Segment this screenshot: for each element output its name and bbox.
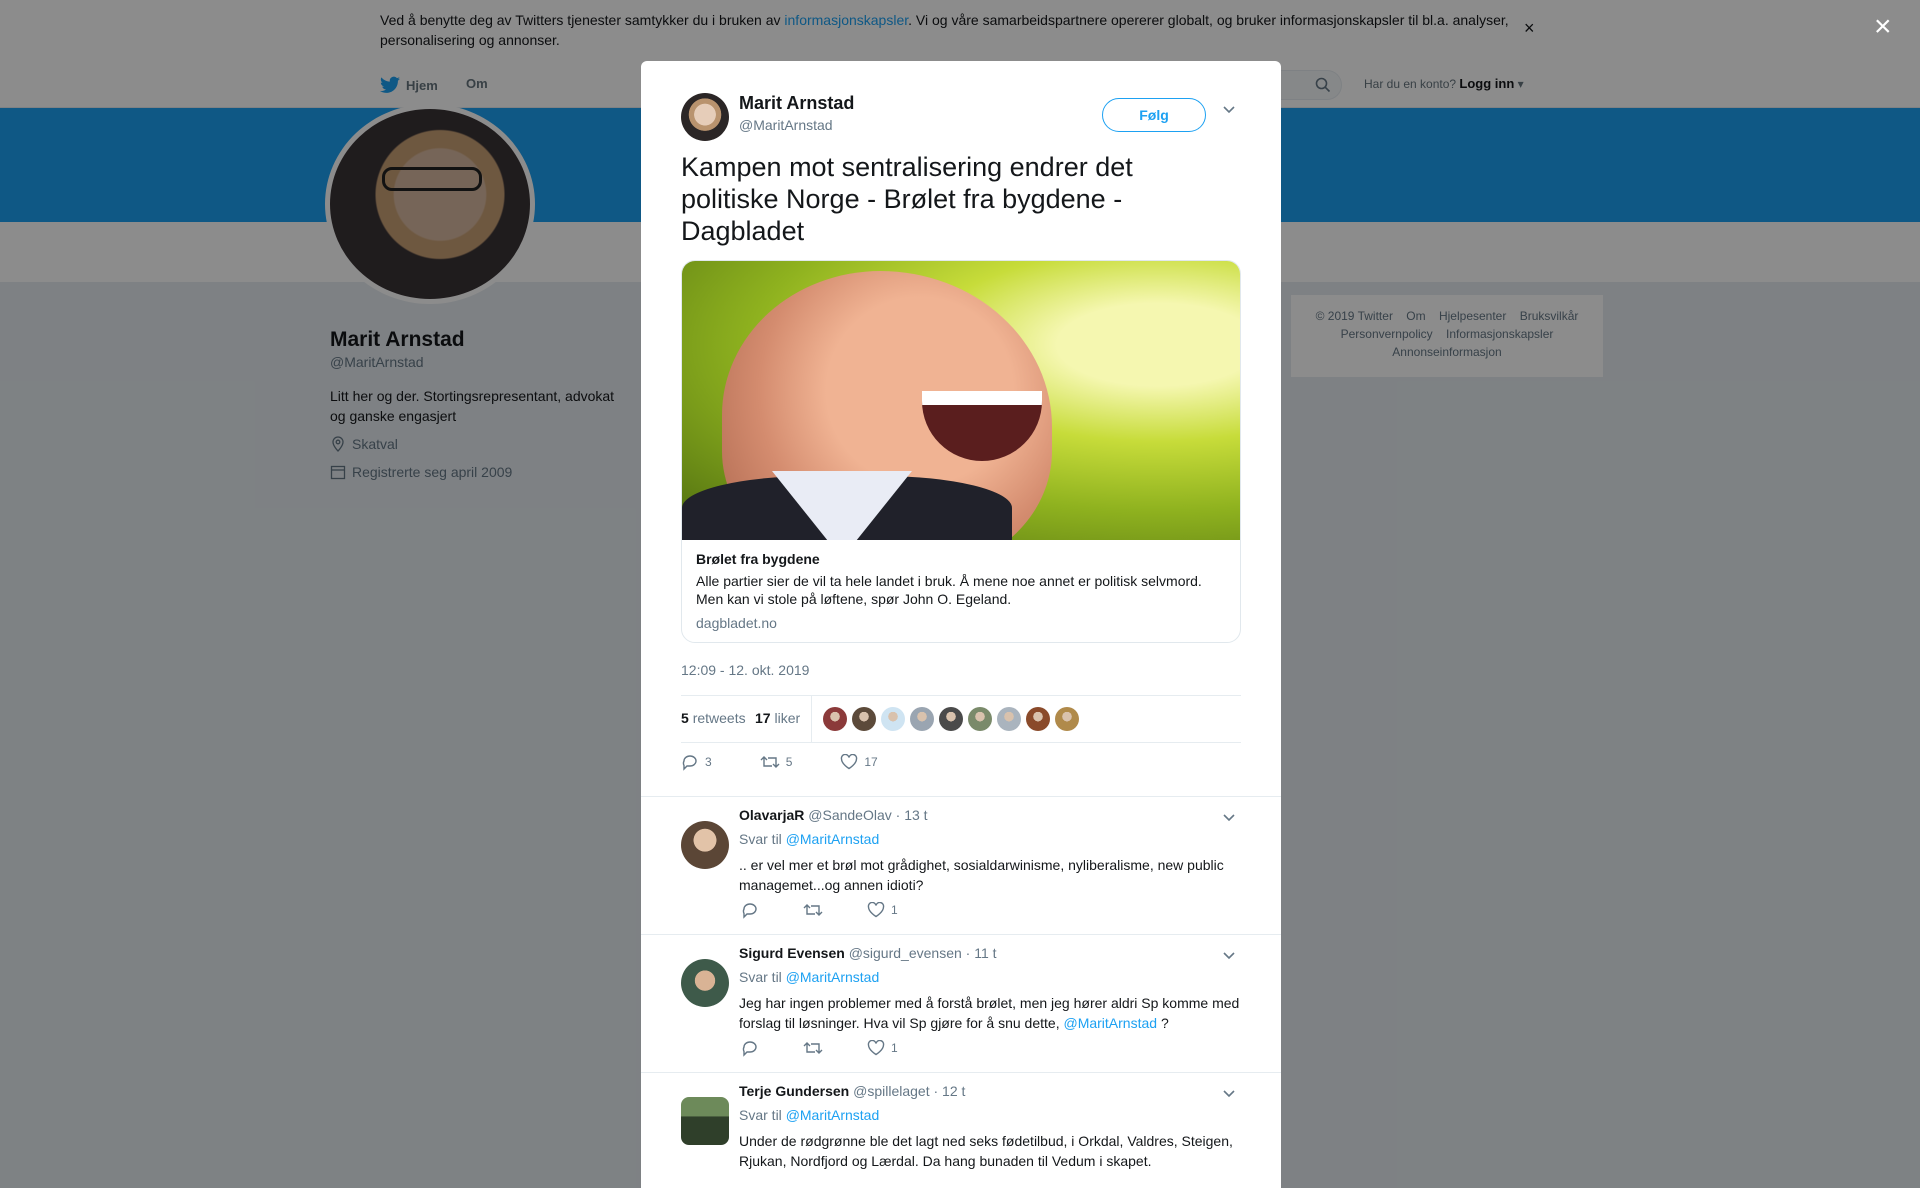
divider [811, 696, 812, 742]
liker-avatar[interactable] [968, 707, 992, 731]
reply-author-handle[interactable]: @SandeOlav [808, 807, 891, 823]
reply-to-link[interactable]: @MaritArnstad [786, 969, 880, 985]
tweet-actions: 3 5 17 [681, 753, 926, 771]
reply-text: Jeg har ingen problemer med å forstå brø… [739, 995, 1240, 1031]
like-button[interactable]: 17 [840, 754, 878, 770]
reply-time[interactable]: · 11 t [966, 945, 997, 961]
heart-icon [841, 754, 858, 770]
tweet-author-handle[interactable]: @MaritArnstad [739, 117, 833, 133]
retweet-button[interactable] [803, 1040, 823, 1056]
heart-icon [867, 1040, 885, 1056]
liker-avatar[interactable] [881, 707, 905, 731]
reply-icon [742, 903, 757, 919]
reply-avatar[interactable] [681, 959, 729, 1007]
liker-avatar[interactable] [1026, 707, 1050, 731]
retweet-button[interactable]: 5 [760, 754, 792, 770]
retweet-button[interactable] [803, 902, 823, 918]
tweet-text: Kampen mot sentralisering endrer det pol… [681, 152, 1133, 246]
reply-text: Under de rødgrønne ble det lagt ned seks… [739, 1133, 1233, 1169]
chevron-down-icon[interactable] [1222, 813, 1236, 823]
card-domain: dagbladet.no [696, 615, 777, 631]
chevron-down-icon[interactable] [1222, 951, 1236, 961]
reply-author-name[interactable]: OlavarjaR [739, 807, 804, 823]
liker-avatar[interactable] [823, 707, 847, 731]
reply-button[interactable] [741, 901, 759, 919]
reply-tweet[interactable]: Sigurd Evensen @sigurd_evensen · 11 t Sv… [641, 934, 1281, 1072]
reply-icon [742, 1041, 757, 1057]
reply-button[interactable] [741, 1039, 759, 1057]
reply-header: Sigurd Evensen @sigurd_evensen · 11 t [739, 945, 997, 961]
reply-header: Terje Gundersen @spillelaget · 12 t [739, 1083, 965, 1099]
reply-time[interactable]: · 12 t [933, 1083, 965, 1099]
like-button[interactable]: 1 [867, 1040, 898, 1056]
reply-actions: 1 [741, 1039, 942, 1057]
reply-to-link[interactable]: @MaritArnstad [786, 1107, 880, 1123]
reply-actions: 1 [741, 901, 942, 919]
liker-avatar[interactable] [997, 707, 1021, 731]
liker-avatar[interactable] [939, 707, 963, 731]
reply-avatar[interactable] [681, 821, 729, 869]
link-card[interactable]: Brølet fra bygdene Alle partier sier de … [681, 260, 1241, 643]
tweet-author-name[interactable]: Marit Arnstad [739, 93, 854, 114]
reply-author-name[interactable]: Terje Gundersen [739, 1083, 849, 1099]
reply-to: Svar til @MaritArnstad [739, 1107, 880, 1123]
liker-avatar[interactable] [910, 707, 934, 731]
chevron-down-icon[interactable] [1222, 1089, 1236, 1099]
likes-stat[interactable]: 17 liker [755, 710, 800, 726]
retweet-icon [803, 1042, 823, 1054]
follow-button[interactable]: Følg [1102, 98, 1206, 132]
reply-icon [682, 755, 697, 771]
reply-to: Svar til @MaritArnstad [739, 831, 880, 847]
card-description: Alle partier sier de vil ta hele landet … [696, 573, 1202, 607]
modal-close-button[interactable]: × [1874, 10, 1892, 44]
chevron-down-icon[interactable] [1222, 105, 1236, 115]
retweet-icon [803, 904, 823, 916]
reply-text: .. er vel mer et brøl mot grådighet, sos… [739, 857, 1224, 893]
mention-link[interactable]: @MaritArnstad [1063, 1015, 1157, 1031]
retweet-icon [760, 756, 780, 768]
heart-icon [867, 902, 885, 918]
reply-author-name[interactable]: Sigurd Evensen [739, 945, 845, 961]
like-button[interactable]: 1 [867, 902, 898, 918]
liker-avatar[interactable] [852, 707, 876, 731]
card-title: Brølet fra bygdene [696, 551, 820, 567]
reply-to-link[interactable]: @MaritArnstad [786, 831, 880, 847]
tweet-author-avatar[interactable] [681, 93, 729, 141]
reply-to: Svar til @MaritArnstad [739, 969, 880, 985]
retweets-stat[interactable]: 5 retweets [681, 710, 746, 726]
tweet-timestamp[interactable]: 12:09 - 12. okt. 2019 [681, 662, 809, 678]
tweet-modal: Marit Arnstad @MaritArnstad Følg Kampen … [641, 61, 1281, 1188]
reply-author-handle[interactable]: @sigurd_evensen [849, 945, 962, 961]
reply-author-handle[interactable]: @spillelaget [853, 1083, 929, 1099]
likers-avatars [823, 707, 1079, 731]
tweet-stats: 5 retweets 17 liker [681, 695, 1241, 743]
reply-tweet[interactable]: OlavarjaR @SandeOlav · 13 t Svar til @Ma… [641, 796, 1281, 934]
reply-tweet[interactable]: Terje Gundersen @spillelaget · 12 t Svar… [641, 1072, 1281, 1188]
reply-time[interactable]: · 13 t [896, 807, 928, 823]
reply-header: OlavarjaR @SandeOlav · 13 t [739, 807, 928, 823]
liker-avatar[interactable] [1055, 707, 1079, 731]
card-image [682, 261, 1240, 540]
reply-avatar[interactable] [681, 1097, 729, 1145]
reply-button[interactable]: 3 [681, 753, 712, 771]
